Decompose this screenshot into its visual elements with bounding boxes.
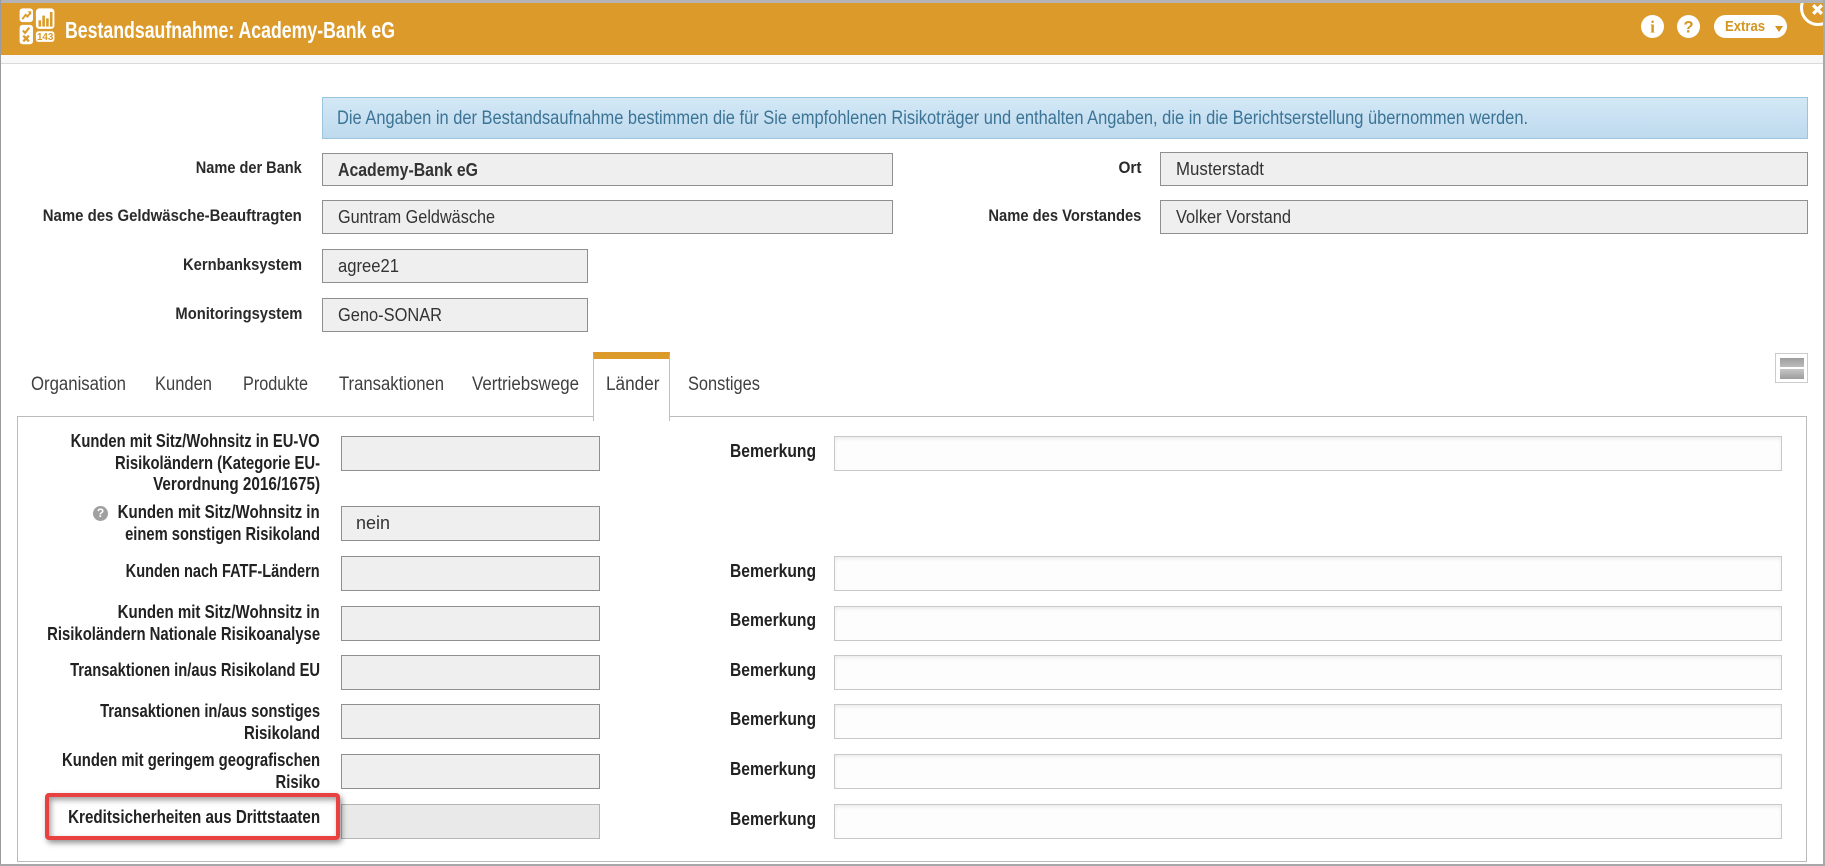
svg-text:143: 143 [37, 31, 54, 43]
svg-text:?: ? [1683, 18, 1693, 36]
svg-text:i: i [1650, 17, 1655, 36]
